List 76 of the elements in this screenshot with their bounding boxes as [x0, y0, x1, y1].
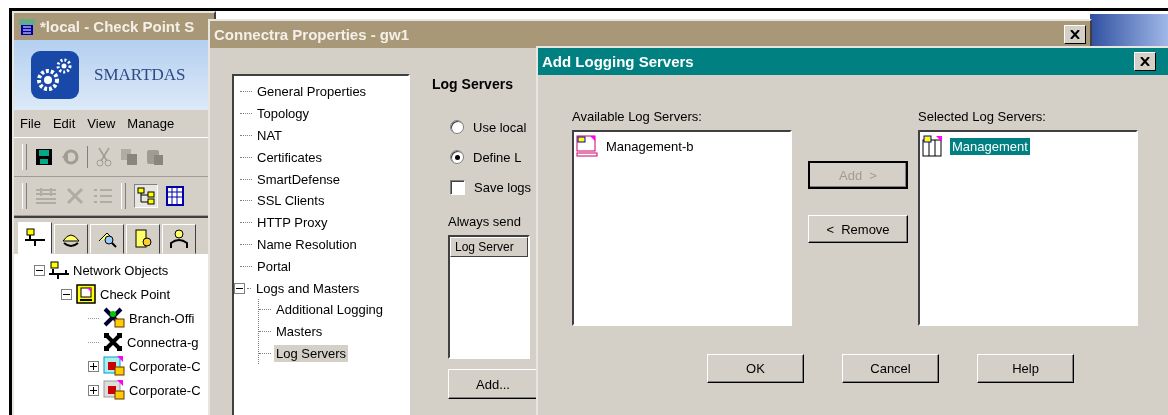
section-heading: Log Servers	[432, 76, 513, 92]
user-icon	[169, 229, 189, 249]
expand-icon[interactable]	[88, 384, 99, 396]
tree-item[interactable]: General Properties	[255, 83, 369, 101]
checkbox[interactable]	[450, 179, 465, 195]
tab[interactable]	[54, 224, 88, 254]
table-icon[interactable]	[166, 186, 184, 206]
add-button[interactable]: Add...	[448, 369, 538, 399]
cross-arrows-icon	[103, 332, 123, 352]
tree-item[interactable]: Topology	[255, 105, 312, 123]
dialog-title: Add Logging Servers	[542, 53, 695, 70]
radio-label: Use local	[473, 119, 527, 135]
tree-item[interactable]: Network Objects	[73, 262, 169, 278]
close-icon	[1140, 57, 1150, 66]
tree-item[interactable]: Connectra-g	[127, 334, 199, 350]
tree-item[interactable]: Masters	[274, 323, 325, 341]
module-icon	[922, 135, 944, 157]
list-item[interactable]: Management-b	[604, 137, 696, 155]
tree-item[interactable]: Additional Logging	[274, 301, 385, 319]
menu-item[interactable]: Edit	[52, 116, 76, 131]
network-icon	[49, 261, 69, 279]
radio-button[interactable]	[450, 120, 464, 134]
remove-button[interactable]: < Remove	[808, 215, 908, 243]
dialog-button[interactable]: Help	[977, 354, 1074, 383]
save-icon[interactable]	[35, 148, 53, 166]
nodes-icon[interactable]	[65, 187, 85, 205]
tab[interactable]	[126, 224, 160, 254]
radio-label: Define L	[473, 149, 522, 165]
section-label: Always send	[448, 214, 521, 229]
tree-item[interactable]: Corporate-C	[129, 358, 201, 374]
product-name: SMARTDAS	[94, 65, 186, 85]
tab[interactable]	[18, 222, 52, 254]
column-header[interactable]: Log Server	[450, 237, 528, 257]
cluster-lock-icon	[103, 355, 125, 377]
tree-item[interactable]: Name Resolution	[255, 235, 359, 253]
gears-logo-icon	[30, 50, 80, 100]
tree-item[interactable]: Portal	[255, 257, 293, 275]
close-button[interactable]	[1064, 25, 1086, 44]
expand-icon[interactable]	[88, 360, 99, 372]
tree-view-button[interactable]	[134, 184, 158, 208]
tree-item[interactable]: Corporate-C	[129, 382, 201, 398]
dialog-button[interactable]: OK	[707, 354, 804, 383]
tree-item[interactable]: HTTP Proxy	[255, 214, 330, 232]
list-label: Available Log Servers:	[572, 109, 703, 124]
window-title: Connectra Properties - gw1	[214, 26, 411, 43]
radio-button[interactable]	[450, 150, 464, 164]
cluster-lock-icon	[103, 379, 125, 401]
tree-item[interactable]: NAT	[255, 127, 285, 144]
window-title: *local - Check Point S	[40, 18, 196, 35]
tab[interactable]	[90, 224, 124, 254]
tree-item[interactable]: Certificates	[255, 148, 325, 166]
module-icon	[76, 284, 96, 304]
checkbox-label: Save logs	[474, 179, 532, 195]
network-icon	[25, 228, 45, 248]
tree-item[interactable]: Logs and Masters	[254, 279, 362, 297]
tree-item[interactable]: Check Point	[100, 286, 171, 302]
collapse-icon[interactable]	[34, 264, 45, 276]
tree-item[interactable]: Branch-Offi	[129, 310, 195, 326]
collapse-icon[interactable]	[234, 282, 245, 294]
list-item[interactable]: Management	[950, 137, 1030, 155]
tree-item[interactable]: Log Servers	[274, 344, 349, 362]
dialog-button[interactable]: Cancel	[842, 354, 939, 383]
close-button[interactable]	[1134, 52, 1156, 71]
menu-item[interactable]: Manage	[127, 116, 175, 131]
gateway-lock-icon	[103, 307, 125, 329]
tab[interactable]	[162, 224, 196, 254]
menu-item[interactable]: File	[20, 116, 41, 131]
list-label: Selected Log Servers:	[918, 109, 1047, 124]
close-icon	[1070, 30, 1080, 39]
collapse-icon[interactable]	[61, 288, 72, 300]
server-icon	[576, 135, 598, 157]
tree-item[interactable]: SSL Clients	[255, 192, 327, 210]
app-icon	[18, 17, 36, 36]
server-icon	[133, 229, 153, 249]
tree-item[interactable]: SmartDefense	[255, 170, 343, 188]
menu-item[interactable]: View	[87, 116, 116, 131]
